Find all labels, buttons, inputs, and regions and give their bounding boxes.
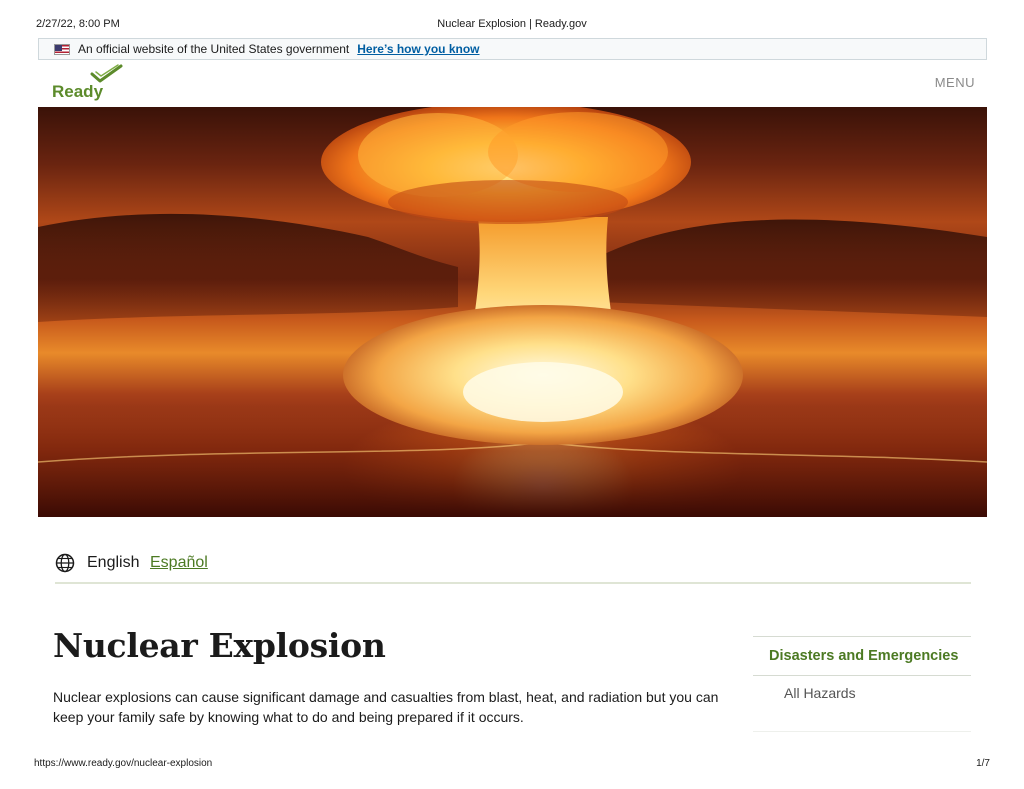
menu-button[interactable]: MENU (935, 75, 975, 90)
hero-illustration (38, 107, 987, 517)
gov-banner-text: An official website of the United States… (78, 42, 350, 56)
site-header: Ready MENU (38, 62, 987, 106)
print-url: https://www.ready.gov/nuclear-explosion (34, 758, 213, 769)
side-nav-heading-link[interactable]: Disasters and Emergencies (753, 637, 971, 676)
gov-banner: An official website of the United States… (38, 38, 987, 60)
nuclear-mushroom-cloud-image (38, 107, 987, 517)
us-flag-icon (54, 43, 70, 55)
language-espanol-link[interactable]: Español (150, 554, 208, 572)
print-footer: https://www.ready.gov/nuclear-explosion … (34, 758, 990, 772)
print-page-number: 1/7 (976, 758, 990, 769)
globe-icon (55, 553, 75, 573)
how-you-know-link[interactable]: Here’s how you know (357, 42, 479, 56)
intro-paragraph: Nuclear explosions can cause significant… (53, 689, 719, 725)
language-english: English (87, 554, 140, 571)
checkmark-icon (90, 64, 123, 83)
print-header: 2/27/22, 8:00 PM Nuclear Explosion | Rea… (36, 18, 988, 32)
print-page-title: Nuclear Explosion | Ready.gov (437, 18, 587, 30)
language-selector: English Español (55, 550, 971, 584)
logo-text: Ready (52, 82, 104, 101)
page-title: Nuclear Explosion (53, 626, 386, 665)
side-nav-item-all-hazards[interactable]: All Hazards (753, 676, 971, 732)
side-nav: Disasters and Emergencies All Hazards (753, 636, 971, 732)
ready-logo[interactable]: Ready (52, 64, 132, 104)
